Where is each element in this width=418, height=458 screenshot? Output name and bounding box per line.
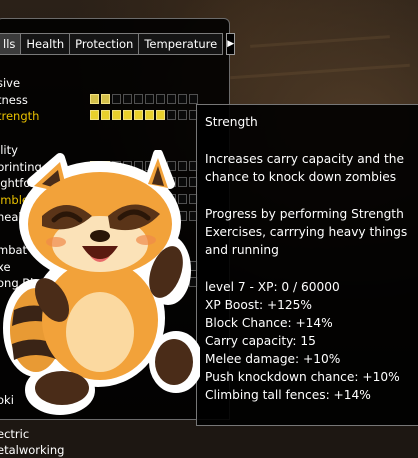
- skill-level-box: [101, 93, 110, 104]
- tooltip-progress-line: Exercises, carrrying heavy things: [205, 225, 408, 239]
- right-arrow-icon[interactable]: ▶: [226, 33, 236, 55]
- skill-label: etalworking: [0, 443, 65, 458]
- tab-temperature[interactable]: Temperature: [138, 33, 224, 55]
- skill-level-box: [90, 93, 99, 104]
- skill-label: trength: [0, 109, 40, 124]
- tooltip-melee-damage: Melee damage: +10%: [205, 352, 341, 366]
- tab-protection[interactable]: Protection: [69, 33, 140, 55]
- tooltip-push-knockdown: Push knockdown chance: +10%: [205, 370, 400, 384]
- tooltip-block-chance: Block Chance: +14%: [205, 316, 333, 330]
- skill-tooltip: Strength Increases carry capacity and th…: [196, 104, 418, 426]
- tooltip-progress-line: Progress by performing Strength: [205, 207, 404, 221]
- skill-level-box: [178, 110, 187, 121]
- skill-row[interactable]: etalworking: [0, 442, 223, 458]
- background-streak: [230, 63, 410, 80]
- tooltip-xp-boost: XP Boost: +125%: [205, 298, 313, 312]
- skill-level-box: [123, 93, 132, 104]
- tooltip-carry-capacity: Carry capacity: 15: [205, 334, 316, 348]
- skill-row[interactable]: tness: [0, 92, 223, 108]
- tooltip-description-line: Increases carry capacity and the: [205, 152, 404, 166]
- skill-label: tness: [0, 92, 28, 107]
- skill-level-box: [189, 93, 198, 104]
- skill-level-box: [145, 93, 154, 104]
- skill-level-box: [90, 110, 99, 121]
- tooltip-title: Strength: [205, 115, 258, 129]
- background-streak: [250, 35, 390, 48]
- tab-health[interactable]: Health: [20, 33, 71, 55]
- skill-level-box: [167, 110, 176, 121]
- skill-level-box: [167, 93, 176, 104]
- skill-level-boxes: [90, 110, 198, 121]
- skill-label: ectric: [0, 426, 30, 441]
- skill-level-box: [156, 110, 165, 121]
- skill-level-box: [123, 110, 132, 121]
- tab-skills[interactable]: lls: [0, 33, 22, 55]
- skill-level-boxes: [90, 93, 198, 104]
- skill-level-box: [156, 93, 165, 104]
- skills-tab-bar: lls Health Protection Temperature ▶: [0, 33, 236, 55]
- skill-row[interactable]: [0, 125, 223, 141]
- skill-level-box: [134, 93, 143, 104]
- skill-level-box: [145, 110, 154, 121]
- tooltip-level: level 7 - XP: 0 / 60000: [205, 280, 340, 294]
- skill-level-box: [112, 110, 121, 121]
- tooltip-climbing: Climbing tall fences: +14%: [205, 388, 371, 402]
- tooltip-progress-line: and running: [205, 243, 279, 257]
- tooltip-description-line: chance to knock down zombies: [205, 170, 397, 184]
- skill-row[interactable]: ectric: [0, 426, 223, 442]
- skill-label: sive: [0, 76, 21, 90]
- skill-row[interactable]: sive: [0, 75, 223, 91]
- skill-row[interactable]: trength: [0, 108, 223, 124]
- skill-level-box: [178, 93, 187, 104]
- raccoon-mascot-sticker: [3, 150, 200, 415]
- skill-level-box: [101, 110, 110, 121]
- skill-level-box: [112, 93, 121, 104]
- skill-level-box: [134, 110, 143, 121]
